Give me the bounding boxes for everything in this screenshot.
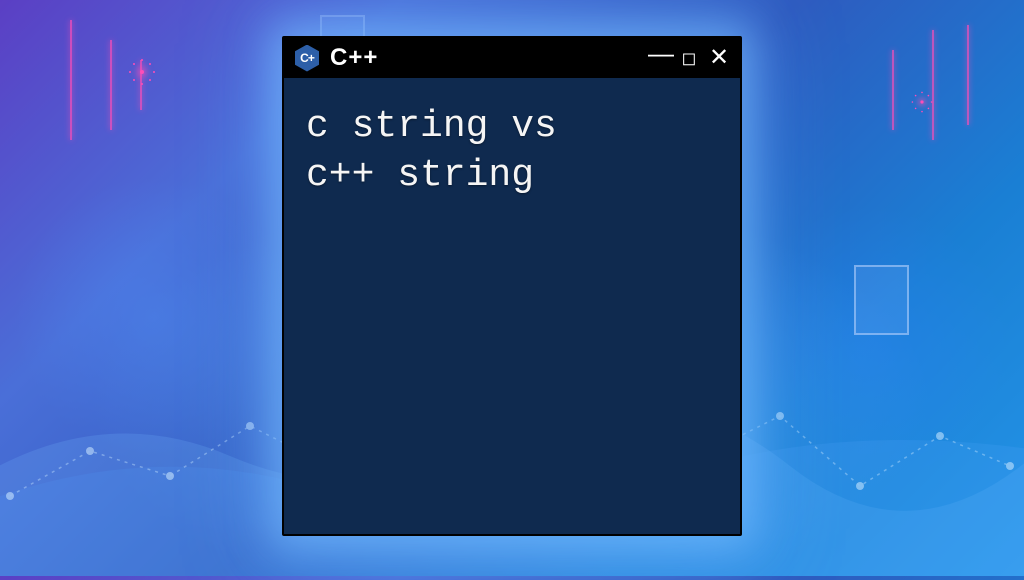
titlebar[interactable]: C+ C++ — ◻ ✕ <box>284 38 740 78</box>
decor-line <box>967 25 969 125</box>
cpp-logo-icon: C+ <box>294 45 320 71</box>
code-content: c string vs c++ string <box>306 102 718 201</box>
decor-star <box>920 100 923 103</box>
decor-line <box>140 60 142 110</box>
minimize-button[interactable]: — <box>648 40 670 66</box>
close-button[interactable]: ✕ <box>708 46 730 70</box>
logo-text: C+ <box>300 52 314 64</box>
decor-line <box>892 50 894 130</box>
decor-star <box>140 70 144 74</box>
decor-line <box>110 40 112 130</box>
window-body: c string vs c++ string <box>284 78 740 534</box>
terminal-window: C+ C++ — ◻ ✕ c string vs c++ string <box>282 36 742 536</box>
code-line-2: c++ string <box>306 154 534 197</box>
decor-line <box>70 20 72 140</box>
decor-line <box>932 30 934 140</box>
window-controls: — ◻ ✕ <box>648 45 730 71</box>
maximize-button[interactable]: ◻ <box>678 49 700 67</box>
window-title: C++ <box>330 44 638 72</box>
code-line-1: c string vs <box>306 105 557 148</box>
decor-square <box>854 265 909 335</box>
